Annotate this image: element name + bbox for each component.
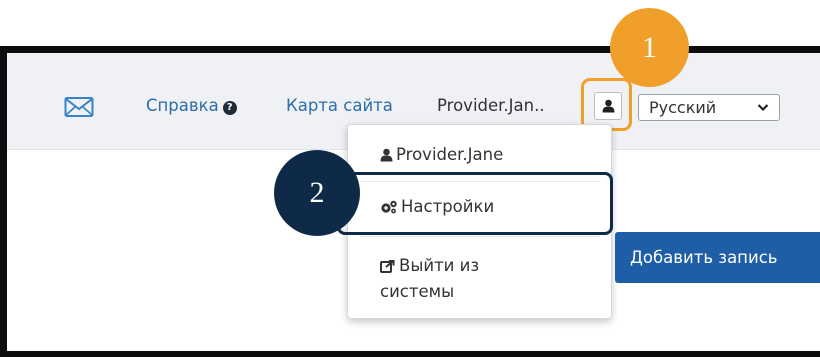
menu-item-logout[interactable]: Выйти из системы: [380, 253, 479, 305]
help-label: Справка: [146, 96, 219, 115]
step-badge-1: 1: [610, 8, 689, 87]
menu-item-logout-line2: системы: [380, 282, 455, 301]
help-link[interactable]: Справка?: [146, 95, 237, 117]
user-icon: [380, 148, 393, 162]
menu-divider: [360, 236, 600, 237]
add-record-button[interactable]: Добавить запись: [615, 232, 820, 283]
menu-item-profile[interactable]: Provider.Jane: [380, 142, 503, 168]
highlight-step-2: [337, 172, 613, 235]
language-select[interactable]: Русский: [638, 94, 780, 121]
sitemap-link[interactable]: Карта сайта: [286, 95, 393, 117]
menu-item-profile-label: Provider.Jane: [396, 145, 504, 164]
envelope-icon[interactable]: [64, 96, 94, 118]
user-icon: [602, 99, 615, 113]
user-menu-button[interactable]: [594, 92, 622, 120]
chevron-down-icon: [757, 104, 769, 112]
step-badge-2: 2: [274, 150, 360, 236]
question-circle-icon: ?: [222, 101, 237, 115]
username-label[interactable]: Provider.Jan..: [437, 95, 545, 117]
menu-item-logout-line1: Выйти из: [399, 256, 480, 275]
sign-out-icon: [380, 260, 395, 273]
language-selected: Русский: [649, 98, 717, 117]
